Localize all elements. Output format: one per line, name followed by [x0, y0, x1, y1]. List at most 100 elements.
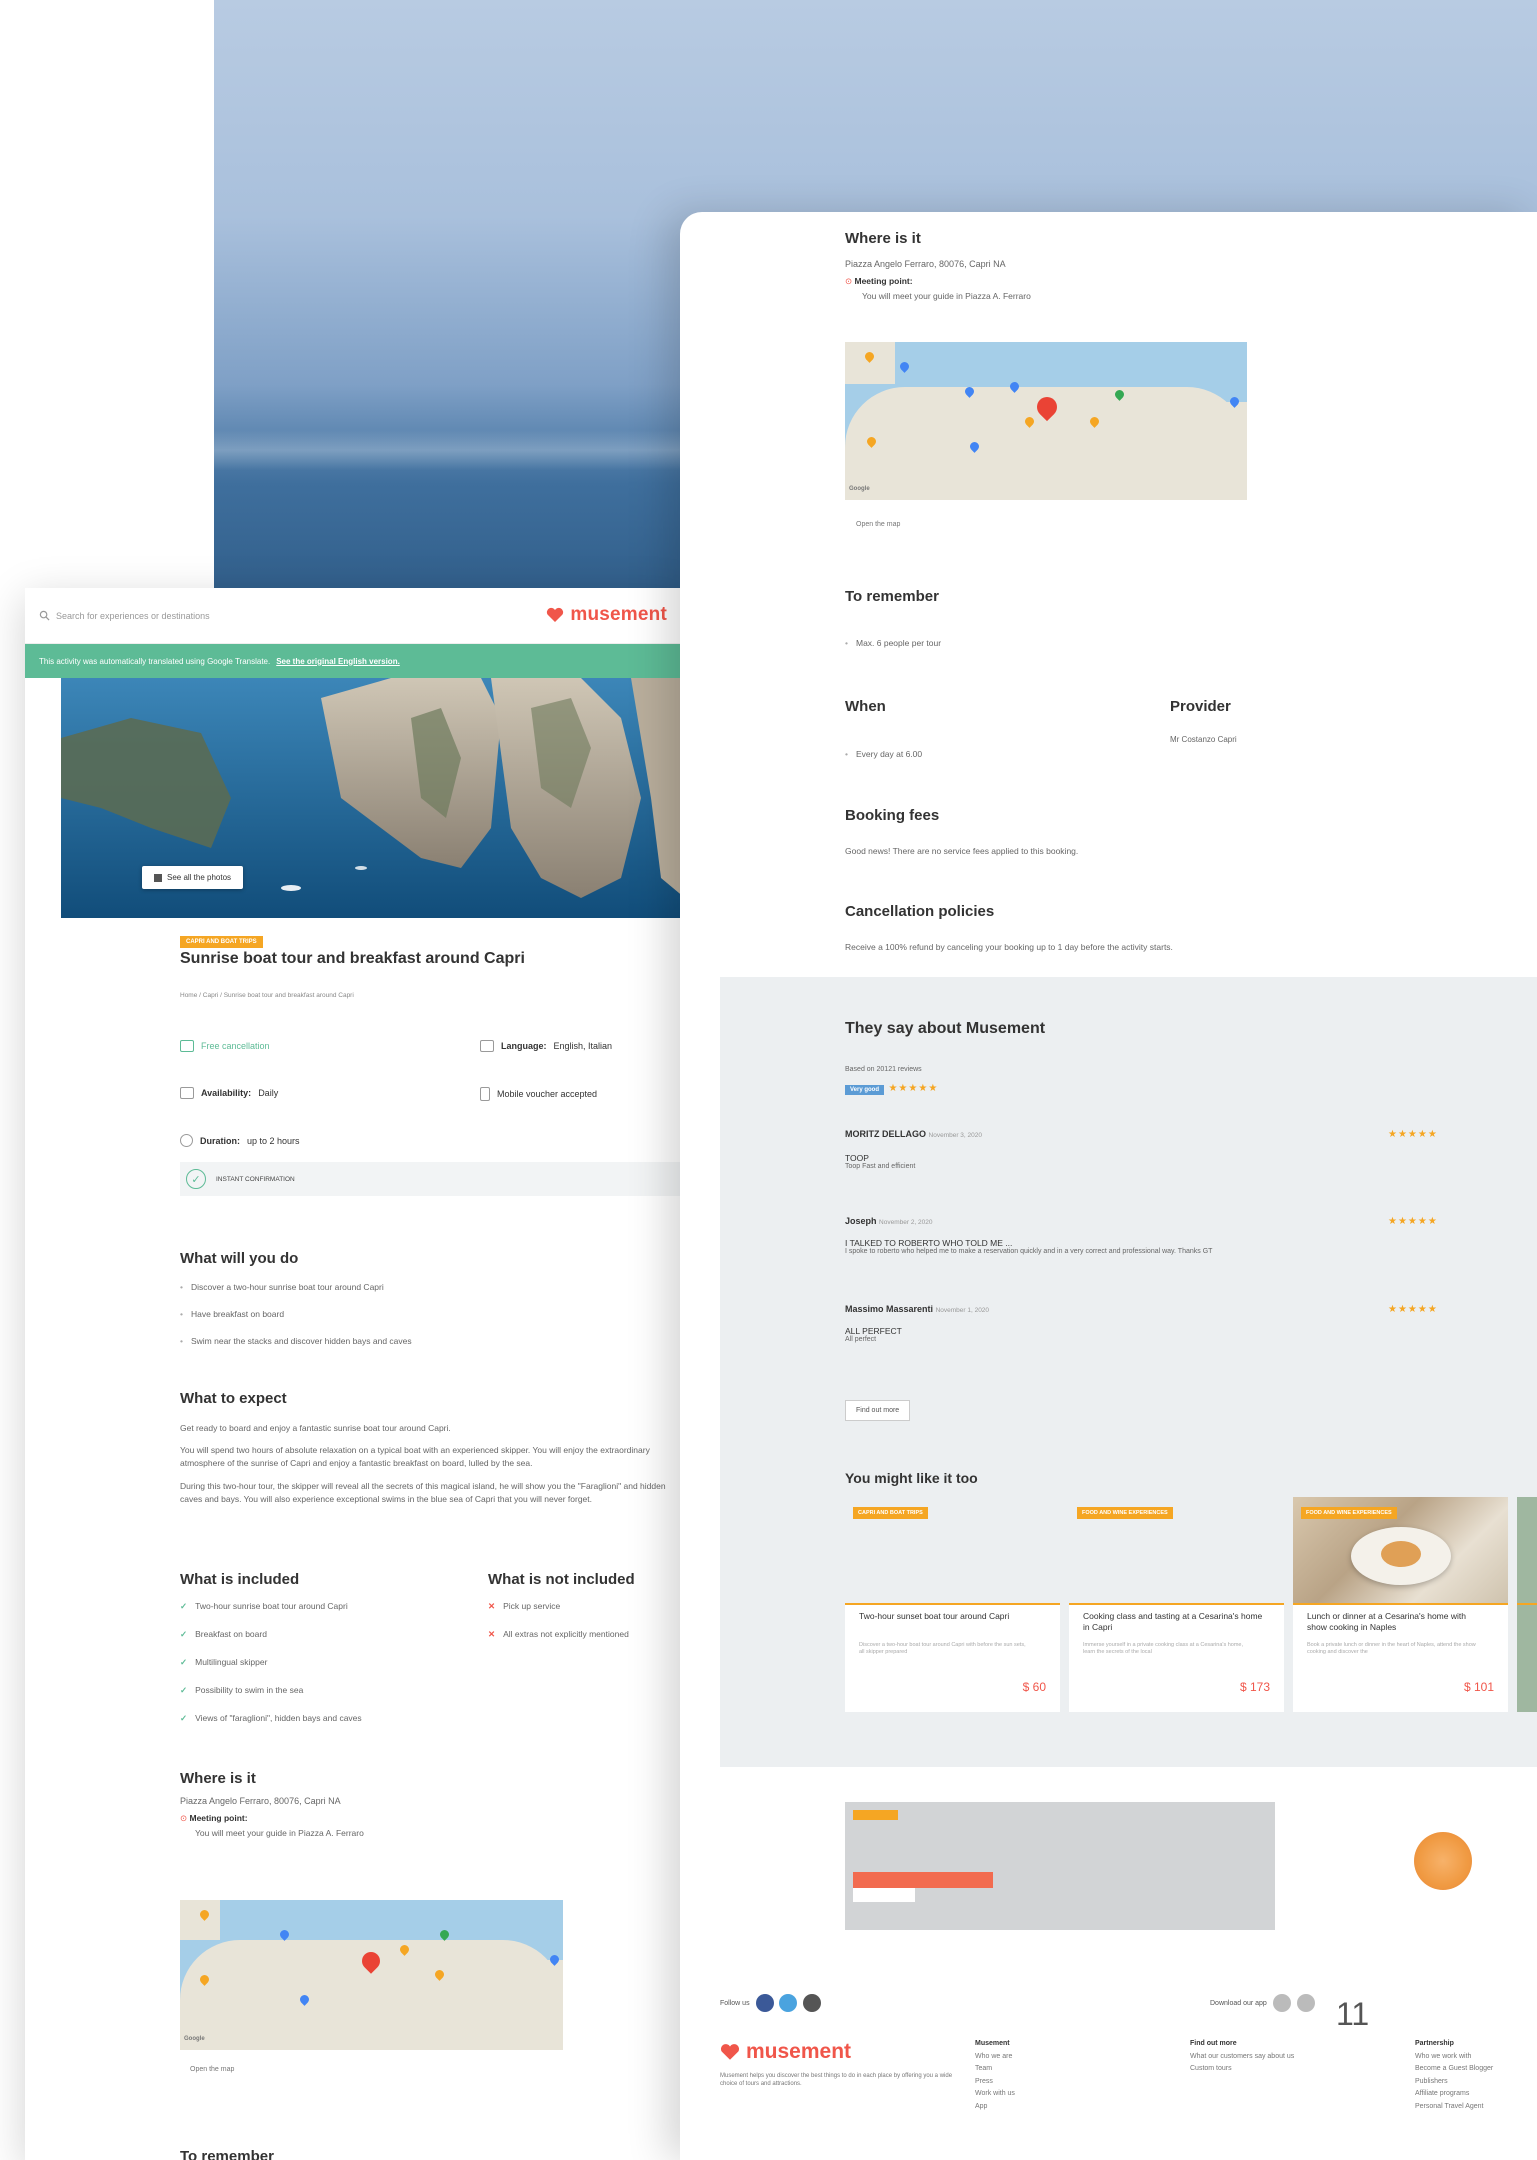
google-logo: Google: [184, 2036, 205, 2042]
facebook-icon[interactable]: [755, 1994, 774, 2012]
card-price: $ 60: [1022, 1680, 1046, 1694]
card-tag: Food and wine experiences: [1077, 1507, 1173, 1519]
footer-logo[interactable]: musement: [720, 2040, 851, 2064]
duration-feature: Duration: up to 2 hours: [180, 1134, 300, 1147]
footer-link[interactable]: Work with us: [975, 2088, 1015, 2101]
availability-feature: Availability: Daily: [180, 1087, 278, 1099]
where-heading: Where is it: [845, 230, 921, 247]
list-item: • Every day at 6.00: [845, 749, 923, 759]
card-description: Immerse yourself in a private cooking cl…: [1083, 1642, 1244, 1656]
meeting-point: ⊙ Meeting point:: [180, 1813, 248, 1823]
download-app: Download our app: [1210, 1994, 1315, 2012]
footer-link[interactable]: Personal Travel Agent: [1415, 2101, 1493, 2114]
google-logo: Google: [849, 486, 870, 492]
card-description: Book a private lunch or dinner in the he…: [1307, 1642, 1476, 1656]
instant-confirmation-box: ✓ Instant confirmation: [180, 1162, 685, 1196]
recommendation-card[interactable]: Food and wine experiences Lunch or dinne…: [1293, 1497, 1508, 1712]
instant-confirmation-text: Instant confirmation: [216, 1175, 295, 1183]
breadcrumb[interactable]: Home / Capri / Sunrise boat tour and bre…: [180, 992, 685, 999]
musement-logo[interactable]: musement: [546, 604, 667, 626]
review-item: Joseph November 2, 2020 I TALKED TO ROBE…: [845, 1216, 1213, 1255]
star-rating-icon: ★★★★★: [1388, 1216, 1438, 1227]
card-title: Two-hour sunset boat tour around Capri: [859, 1611, 1010, 1621]
where-heading: Where is it: [180, 1770, 256, 1787]
language-feature: Language: English, Italian: [480, 1040, 612, 1052]
free-cancellation-feature: Free cancellation: [180, 1040, 270, 1052]
footer-about: Musement helps you discover the best thi…: [720, 2073, 953, 2088]
duration-value: up to 2 hours: [247, 1135, 300, 1146]
card-price: $ 173: [1239, 1680, 1270, 1694]
included-item: ✓ Views of "faraglioni", hidden bays and …: [180, 1713, 362, 1723]
pin-icon: ⊙: [845, 276, 853, 286]
included-item: ✓ Possibility to swim in the sea: [180, 1685, 304, 1695]
google-play-icon[interactable]: [1296, 1994, 1315, 2012]
category-tag[interactable]: Capri and boat trips: [180, 936, 263, 948]
footer-link[interactable]: Team: [975, 2063, 1015, 2076]
cancellation-heading: Cancellation policies: [845, 903, 995, 920]
open-map-button[interactable]: Open the map: [856, 521, 900, 528]
find-out-more-button[interactable]: Find out more: [845, 1400, 911, 1421]
see-all-photos-button[interactable]: See all the photos: [142, 866, 244, 889]
list-item: • Discover a two-hour sunrise boat tour a…: [180, 1282, 384, 1292]
clock-icon: [180, 1134, 193, 1147]
language-label: Language:: [501, 1041, 547, 1051]
recommendation-card[interactable]: [1517, 1497, 1537, 1712]
when-heading: When: [845, 698, 886, 715]
search-bar[interactable]: Search for experiences or destinations: [39, 610, 210, 621]
instagram-icon[interactable]: [803, 1994, 822, 2012]
included-item: ✓ Two-hour sunrise boat tour around Capri: [180, 1601, 348, 1611]
card-tag: Capri and boat trips: [853, 1507, 928, 1519]
card-price: $ 101: [1463, 1680, 1494, 1694]
phone-icon: [480, 1087, 490, 1101]
right-page-mockup: Where is it Piazza Angelo Ferraro, 80076…: [680, 212, 1537, 2160]
footer-link[interactable]: Who we are: [975, 2051, 1015, 2064]
apple-store-icon[interactable]: [1272, 1994, 1291, 2012]
meeting-text: You will meet your guide in Piazza A. Fe…: [862, 291, 1031, 301]
left-page-mockup: Search for experiences or destinations m…: [25, 588, 685, 2160]
mobile-voucher-feature: Mobile voucher accepted: [480, 1087, 597, 1101]
reviews-count: Based on 20121 reviews: [845, 1066, 922, 1073]
check-icon: ✓: [180, 1713, 188, 1723]
footer-link[interactable]: Become a Guest Blogger: [1415, 2063, 1493, 2076]
footer: Follow us Download our app musement Muse…: [720, 1972, 1537, 2160]
twitter-icon[interactable]: [779, 1994, 798, 2012]
heart-logo-icon: [720, 2044, 740, 2060]
footer-link[interactable]: Press: [975, 2076, 1015, 2089]
location-map[interactable]: Google: [180, 1900, 563, 2050]
top-bar: Search for experiences or destinations m…: [25, 588, 685, 644]
card-title: Lunch or dinner at a Cesarina's home wit…: [1307, 1611, 1466, 1632]
cross-icon: ✕: [488, 1629, 496, 1639]
card-tag: Food and wine experiences: [1301, 1507, 1397, 1519]
footer-link[interactable]: Publishers: [1415, 2076, 1493, 2089]
footer-link[interactable]: Who we work with: [1415, 2051, 1493, 2064]
footer-link[interactable]: What our customers say about us: [1190, 2051, 1294, 2064]
page-number: 11: [1336, 1996, 1370, 2032]
follow-us: Follow us: [720, 1994, 822, 2012]
location-map[interactable]: Google: [845, 342, 1247, 500]
to-remember-heading: To remember: [180, 2148, 274, 2160]
recommendation-card[interactable]: Capri and boat trips Two-hour sunset boa…: [845, 1497, 1060, 1712]
address: Piazza Angelo Ferraro, 80076, Capri NA: [845, 259, 1006, 269]
booking-fees-text: Good news! There are no service fees app…: [845, 846, 1079, 856]
expect-paragraph: You will spend two hours of absolute rel…: [180, 1445, 650, 1469]
reviews-heading: They say about Musement: [845, 1020, 1046, 1037]
review-item: Massimo Massarenti November 1, 2020 ALL …: [845, 1304, 990, 1343]
address: Piazza Angelo Ferraro, 80076, Capri NA: [180, 1796, 341, 1806]
card-title: Cooking class and tasting at a Cesarina'…: [1083, 1611, 1263, 1632]
original-version-link[interactable]: See the original English version.: [276, 657, 400, 666]
promo-banner[interactable]: [845, 1802, 1275, 1930]
cancellation-text: Receive a 100% refund by canceling your …: [845, 942, 1173, 952]
footer-link[interactable]: App: [975, 2101, 1015, 2114]
footer-link[interactable]: Custom tours: [1190, 2063, 1294, 2076]
recommendation-card[interactable]: Food and wine experiences Cooking class …: [1069, 1497, 1284, 1712]
footer-link[interactable]: Affiliate programs: [1415, 2088, 1493, 2101]
check-icon: ✓: [180, 1629, 188, 1639]
calendar-check-icon: [180, 1040, 194, 1052]
review-item: MORITZ DELLAGO November 3, 2020 TOOP Too…: [845, 1129, 982, 1170]
list-item: • Have breakfast on board: [180, 1309, 285, 1319]
footer-column-partnership: Partnership Who we work with Become a Gu…: [1415, 2038, 1493, 2114]
open-map-button[interactable]: Open the map: [190, 2066, 234, 2073]
star-rating-icon: ★★★★★: [888, 1083, 939, 1094]
card-description: Discover a two-hour boat tour around Cap…: [859, 1642, 1026, 1656]
included-item: ✓ Multilingual skipper: [180, 1657, 268, 1667]
